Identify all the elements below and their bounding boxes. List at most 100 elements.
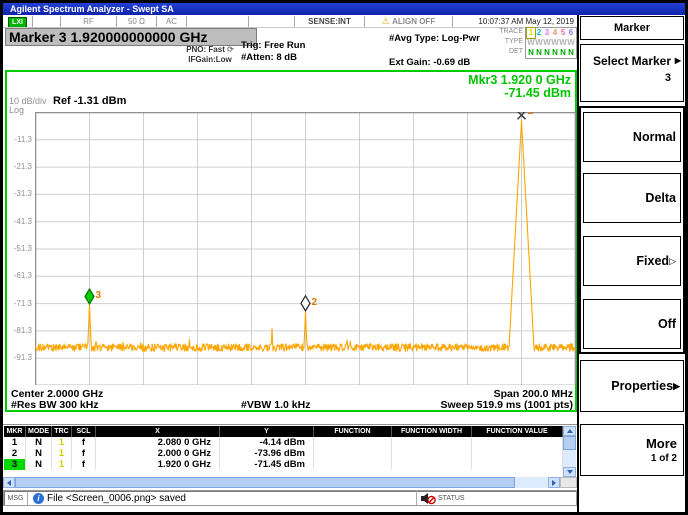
- y-tick--91.3: -91.3: [7, 353, 32, 362]
- window-title: Agilent Spectrum Analyzer - Swept SA: [10, 4, 174, 14]
- sense-indicator: SENSE:INT: [295, 16, 365, 27]
- table-hscrollbar: [3, 477, 577, 488]
- annotation-row-2: #Res BW 300 kHz #VBW 1.0 kHz Sweep 519.9…: [9, 399, 575, 410]
- more-label: More: [646, 436, 677, 451]
- table-header-function-value: FUNCTION VALUE: [472, 426, 563, 437]
- cell-y: -4.14 dBm: [220, 437, 314, 448]
- cell-function: [314, 459, 392, 470]
- align-text: ALIGN OFF: [392, 17, 435, 26]
- ext-gain-label: Ext Gain: -0.69 dB: [389, 57, 470, 69]
- cell-trc: 1: [52, 437, 72, 448]
- message-text: File <Screen_0006.png> saved: [47, 493, 186, 504]
- trace-number-6: 6: [567, 28, 575, 38]
- pno-block: PNO: Fast ⟳ IFGain:Low: [179, 45, 241, 65]
- table-scroll-left-button[interactable]: [3, 477, 15, 488]
- cell-mode: N: [26, 437, 52, 448]
- more-page-value: 1 of 2: [651, 453, 677, 464]
- marker-table-row-1[interactable]: 1N1f2.080 0 GHz-4.14 dBm: [4, 437, 563, 448]
- trace-numbers-row: 123456: [527, 28, 575, 38]
- spectrum-graph: Mkr3 1.920 0 GHz -71.45 dBm 10 dB/div Lo…: [5, 70, 577, 412]
- scale-type-label: Log: [9, 105, 24, 115]
- cell-y: -73.96 dBm: [220, 448, 314, 459]
- properties-button[interactable]: Properties▶: [580, 360, 684, 412]
- y-tick--11.3: -11.3: [7, 135, 32, 144]
- table-hscroll-thumb[interactable]: [15, 477, 515, 488]
- trace-plot: 1 2 3: [35, 112, 576, 385]
- speaker-muted-icon: [420, 492, 436, 505]
- trace-det-3: N: [543, 48, 551, 58]
- y-tick--31.3: -31.3: [7, 189, 32, 198]
- impedance-indicator: 50 Ω: [117, 16, 157, 27]
- table-header-scl: SCL: [72, 426, 96, 437]
- cell-mode: N: [26, 448, 52, 459]
- normal-button[interactable]: Normal: [583, 112, 681, 162]
- table-header-function: FUNCTION: [314, 426, 392, 437]
- status-spacer-1: [33, 16, 61, 27]
- message-bar: MSG iFile <Screen_0006.png> saved STATUS: [3, 490, 577, 506]
- marker-2-label: 2: [312, 297, 318, 308]
- cell-mkr: 3: [4, 459, 26, 470]
- delta-label: Delta: [645, 191, 676, 205]
- cell-x: 2.000 0 GHz: [96, 448, 220, 459]
- status-cell: STATUS: [416, 491, 576, 505]
- status-spacer-2: [187, 16, 249, 27]
- spectrum-analyzer-screen: Agilent Spectrum Analyzer - Swept SA LXI…: [0, 0, 688, 515]
- marker-mode-group: Normal Delta Fixed▷ Off: [579, 106, 685, 354]
- trace-det-4: N: [551, 48, 559, 58]
- marker-table: MKRMODETRCSCLXYFUNCTIONFUNCTION WIDTHFUN…: [3, 424, 577, 477]
- softkey-menu-panel: Marker Select Marker▶ 3 NormalDeltaFixed…: [579, 15, 685, 512]
- table-scroll-down-button[interactable]: [563, 467, 576, 477]
- cell-scl: f: [72, 437, 96, 448]
- off-button[interactable]: Off: [583, 299, 681, 349]
- table-scroll-up-button[interactable]: [563, 426, 576, 436]
- marker-1-label: 1: [528, 112, 534, 117]
- fixed-arrow-icon: ▷: [669, 256, 676, 267]
- ref-level-label: Ref -1.31 dBm: [53, 95, 126, 107]
- y-tick--41.3: -41.3: [7, 217, 32, 226]
- table-header-function-width: FUNCTION WIDTH: [392, 426, 472, 437]
- align-indicator: ⚠ ALIGN OFF: [365, 16, 453, 27]
- cell-y: -71.45 dBm: [220, 459, 314, 470]
- trigger-label: Trig: Free Run: [241, 40, 305, 52]
- normal-label: Normal: [633, 130, 676, 144]
- fixed-button[interactable]: Fixed▷: [583, 236, 681, 286]
- trace-type-3: W: [543, 38, 551, 48]
- cell-mode: N: [26, 459, 52, 470]
- trace-legend-values: 123456 WWWWWW NNNNNN: [525, 27, 577, 59]
- annotation-row-1: Center 2.0000 GHz Span 200.0 MHz: [9, 388, 575, 399]
- cell-x: 1.920 0 GHz: [96, 459, 220, 470]
- coupling-indicator: AC: [157, 16, 187, 27]
- cell-function: [314, 437, 392, 448]
- more-button[interactable]: More 1 of 2: [580, 424, 684, 476]
- trace-number-2: 2: [535, 28, 543, 38]
- trace-type-4: W: [551, 38, 559, 48]
- trace-type-2: W: [535, 38, 543, 48]
- status-spacer-3: [249, 16, 295, 27]
- table-vscroll-thumb[interactable]: [563, 436, 576, 450]
- table-scroll-right-button[interactable]: [548, 477, 560, 488]
- submenu-arrow-icon: ▶: [675, 56, 681, 65]
- trace-det-2: N: [535, 48, 543, 58]
- marker-table-row-2[interactable]: 2N1f2.000 0 GHz-73.96 dBm: [4, 448, 563, 459]
- trigger-block: Trig: Free Run #Atten: 8 dB: [241, 40, 305, 64]
- type-label: TYPE: [491, 37, 523, 47]
- cell-function_width: [392, 448, 472, 459]
- marker-table-row-3[interactable]: 3N1f1.920 0 GHz-71.45 dBm: [4, 459, 563, 470]
- y-tick--51.3: -51.3: [7, 244, 32, 253]
- delta-button[interactable]: Delta: [583, 173, 681, 223]
- status-label: STATUS: [438, 495, 465, 502]
- scroll-down-icon: [567, 470, 573, 474]
- cell-function_value: [472, 448, 563, 459]
- select-marker-button[interactable]: Select Marker▶ 3: [580, 44, 684, 102]
- marker-3-label: 3: [96, 290, 102, 301]
- pno-label: PNO: Fast: [186, 45, 225, 54]
- cell-function_width: [392, 459, 472, 470]
- trace-det-5: N: [559, 48, 567, 58]
- trace-detectors-row: NNNNNN: [527, 48, 575, 58]
- select-marker-value: 3: [581, 72, 683, 84]
- trace-type-6: W: [567, 38, 575, 48]
- marker-peak-readout: Mkr3 1.920 0 GHz -71.45 dBm: [468, 74, 571, 100]
- cell-function_width: [392, 437, 472, 448]
- cell-function_value: [472, 437, 563, 448]
- active-function-readout: Marker 3 1.920000000000 GHz: [5, 28, 257, 46]
